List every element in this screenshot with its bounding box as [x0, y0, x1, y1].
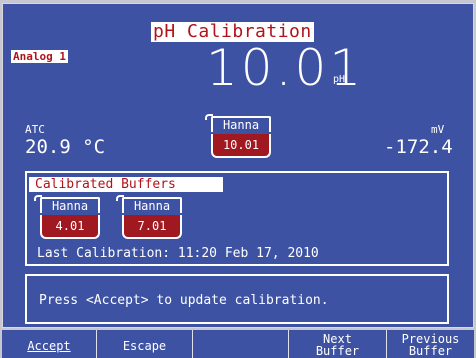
ph-reading: 10.01 [206, 39, 365, 97]
previous-buffer-button[interactable]: Previous Buffer [386, 330, 474, 358]
buffer-beaker-icon: Hanna 4.01 [34, 195, 104, 243]
temperature-value: 20.9 °C [25, 136, 106, 158]
previous-buffer-label-line2: Buffer [408, 344, 453, 358]
next-buffer-button[interactable]: Next Buffer [288, 330, 386, 358]
blank-softkey[interactable] [192, 330, 288, 358]
accept-label: Accept [27, 339, 71, 353]
current-buffer-beaker-icon: Hanna 10.01 [205, 114, 275, 162]
current-buffer-name: Hanna [222, 118, 260, 132]
escape-label: Escape [122, 339, 167, 353]
meter-screen: pH Calibration Analog 1 10.01 pH ATC 20.… [0, 0, 476, 358]
current-buffer-value: 10.01 [211, 134, 271, 158]
escape-button[interactable]: Escape [96, 330, 192, 358]
buffer-name: Hanna [133, 199, 171, 213]
buffer-beaker-icon: Hanna 7.01 [116, 195, 186, 243]
next-buffer-label-line2: Buffer [315, 344, 360, 358]
mv-value: -172.4 [384, 136, 453, 158]
atc-label: ATC [25, 123, 45, 136]
buffer-name: Hanna [51, 199, 89, 213]
buffer-value: 4.01 [40, 215, 100, 239]
mv-label: mV [431, 123, 445, 136]
channel-label: Analog 1 [11, 50, 68, 63]
last-calibration-text: Last Calibration: 11:20 Feb 17, 2010 [37, 246, 319, 261]
calibrated-buffers-header: Calibrated Buffers [29, 177, 223, 192]
calibration-panel: pH Calibration Analog 1 10.01 pH ATC 20.… [2, 3, 474, 328]
softkey-bar: Accept Escape Next Buffer Previous Buffe… [2, 330, 474, 358]
status-message: Press <Accept> to update calibration. [39, 293, 329, 308]
buffer-value: 7.01 [122, 215, 182, 239]
ph-unit: pH [333, 74, 346, 85]
accept-button[interactable]: Accept [2, 330, 96, 358]
